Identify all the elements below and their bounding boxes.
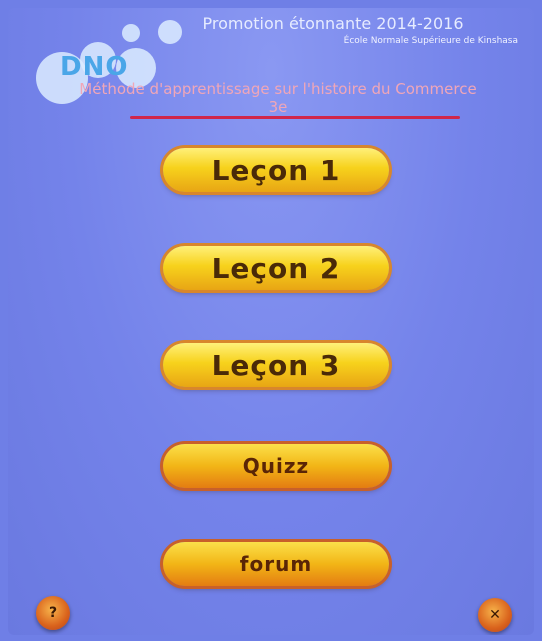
quiz-button[interactable]: Quizz <box>163 444 389 488</box>
lesson-1-label: Leçon 1 <box>211 153 341 187</box>
logo-text: DNO <box>60 52 129 82</box>
app-title: Méthode d'apprentissage sur l'histoire d… <box>79 80 477 116</box>
exit-icon: ✕ <box>489 607 501 623</box>
header-title: Promotion étonnante 2014-2016 <box>202 14 464 33</box>
title-divider <box>130 116 460 119</box>
logo-bubble <box>122 24 140 42</box>
exit-button[interactable]: ✕ <box>478 598 512 632</box>
lesson-2-button[interactable]: Leçon 2 <box>163 246 389 290</box>
help-icon: ? <box>48 605 58 621</box>
lesson-1-button[interactable]: Leçon 1 <box>163 148 389 192</box>
forum-button[interactable]: forum <box>163 542 389 586</box>
forum-label: forum <box>239 552 313 576</box>
quiz-label: Quizz <box>242 454 310 478</box>
lesson-3-button[interactable]: Leçon 3 <box>163 343 389 387</box>
lesson-2-label: Leçon 2 <box>211 251 341 285</box>
app-screen: DNO Promotion étonnante 2014-2016 École … <box>8 8 534 635</box>
help-button[interactable]: ? <box>36 596 70 630</box>
lesson-3-label: Leçon 3 <box>211 348 341 382</box>
header-subtitle: École Normale Supérieure de Kinshasa <box>343 36 518 46</box>
